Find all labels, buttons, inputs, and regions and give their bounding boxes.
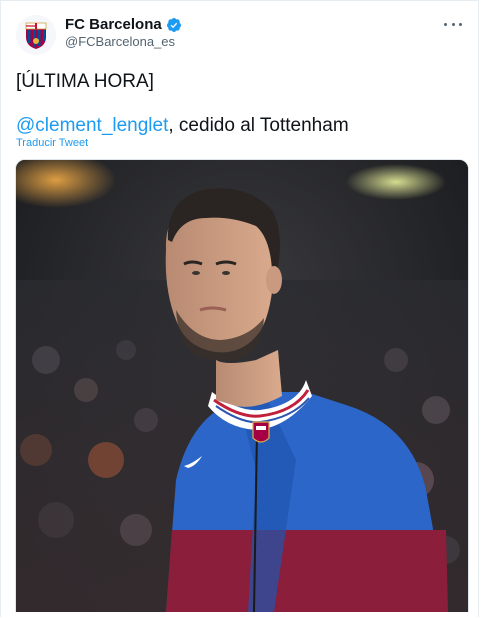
tweet-text-line-1: [ÚLTIMA HORA] bbox=[16, 71, 154, 92]
tweet-text-rest: , cedido al Tottenham bbox=[168, 115, 349, 136]
more-options-icon[interactable] bbox=[444, 17, 462, 31]
mention-link[interactable]: @clement_lenglet bbox=[16, 115, 168, 136]
tweet-card[interactable]: FC Barcelona @FCBarcelona_es [ÚLTIMA HOR… bbox=[0, 0, 479, 617]
verified-badge-icon bbox=[166, 18, 181, 32]
account-handle[interactable]: @FCBarcelona_es bbox=[65, 34, 175, 49]
translate-tweet-link[interactable]: Traducir Tweet bbox=[16, 137, 88, 149]
tweet-text-line-2: @clement_lenglet, cedido al Tottenham bbox=[16, 114, 349, 138]
tweet-photo[interactable] bbox=[15, 159, 469, 612]
account-name[interactable]: FC Barcelona bbox=[65, 16, 162, 34]
profile-avatar[interactable] bbox=[16, 15, 56, 55]
